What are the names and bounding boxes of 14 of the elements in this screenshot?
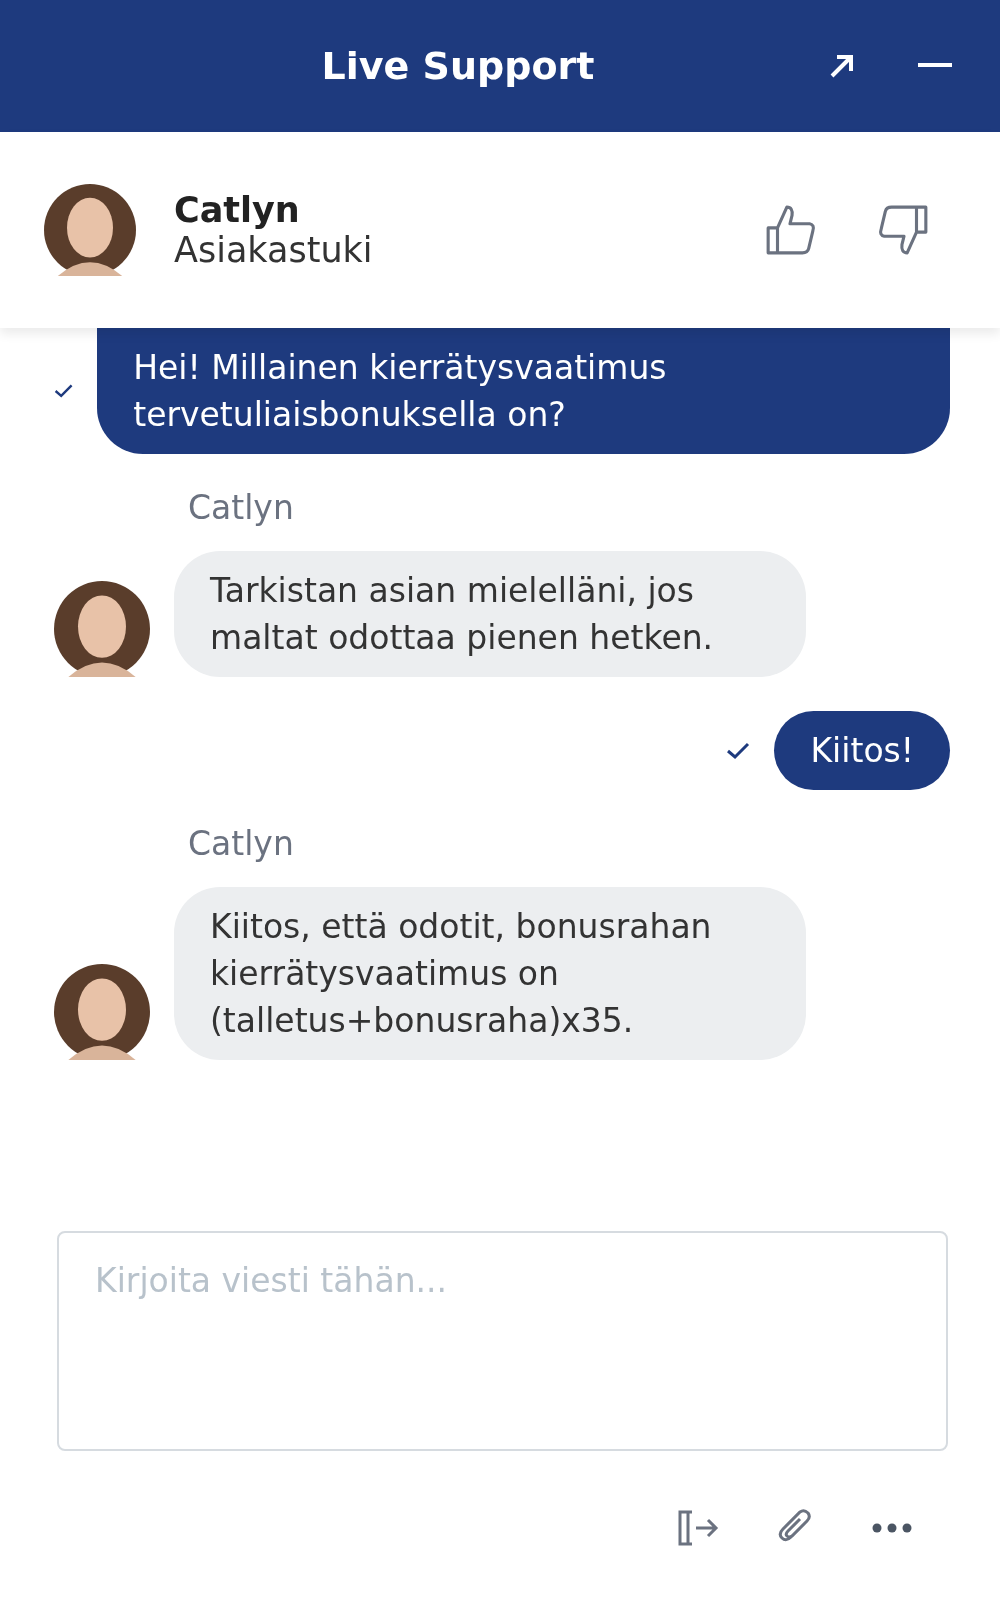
message-bubble: Kiitos! xyxy=(774,711,950,790)
thumbs-up-icon[interactable] xyxy=(764,203,818,257)
message-bubble: Kiitos, että odotit, bonusrahan kierrätysvaatimus on (talletus+bonusraha)x35. xyxy=(174,887,806,1060)
minimize-icon[interactable] xyxy=(918,63,952,69)
message-input[interactable]: Kirjoita viesti tähän... xyxy=(57,1231,948,1451)
message-bubble: Hei! Millainen kierrätysvaatimus tervetuliaisbonuksella on? xyxy=(97,328,950,454)
sender-name: Catlyn xyxy=(187,824,295,863)
more-icon[interactable] xyxy=(872,1522,912,1533)
sender-name: Catlyn xyxy=(187,488,295,527)
window-title: Live Support xyxy=(320,44,596,88)
thumbs-down-icon[interactable] xyxy=(876,203,930,257)
agent-name: Catlyn xyxy=(174,190,301,230)
agent-role: Asiakastuki xyxy=(174,230,374,270)
message-bubble: Tarkistan asian mielelläni, jos maltat odottaa pienen hetken. xyxy=(174,551,806,677)
